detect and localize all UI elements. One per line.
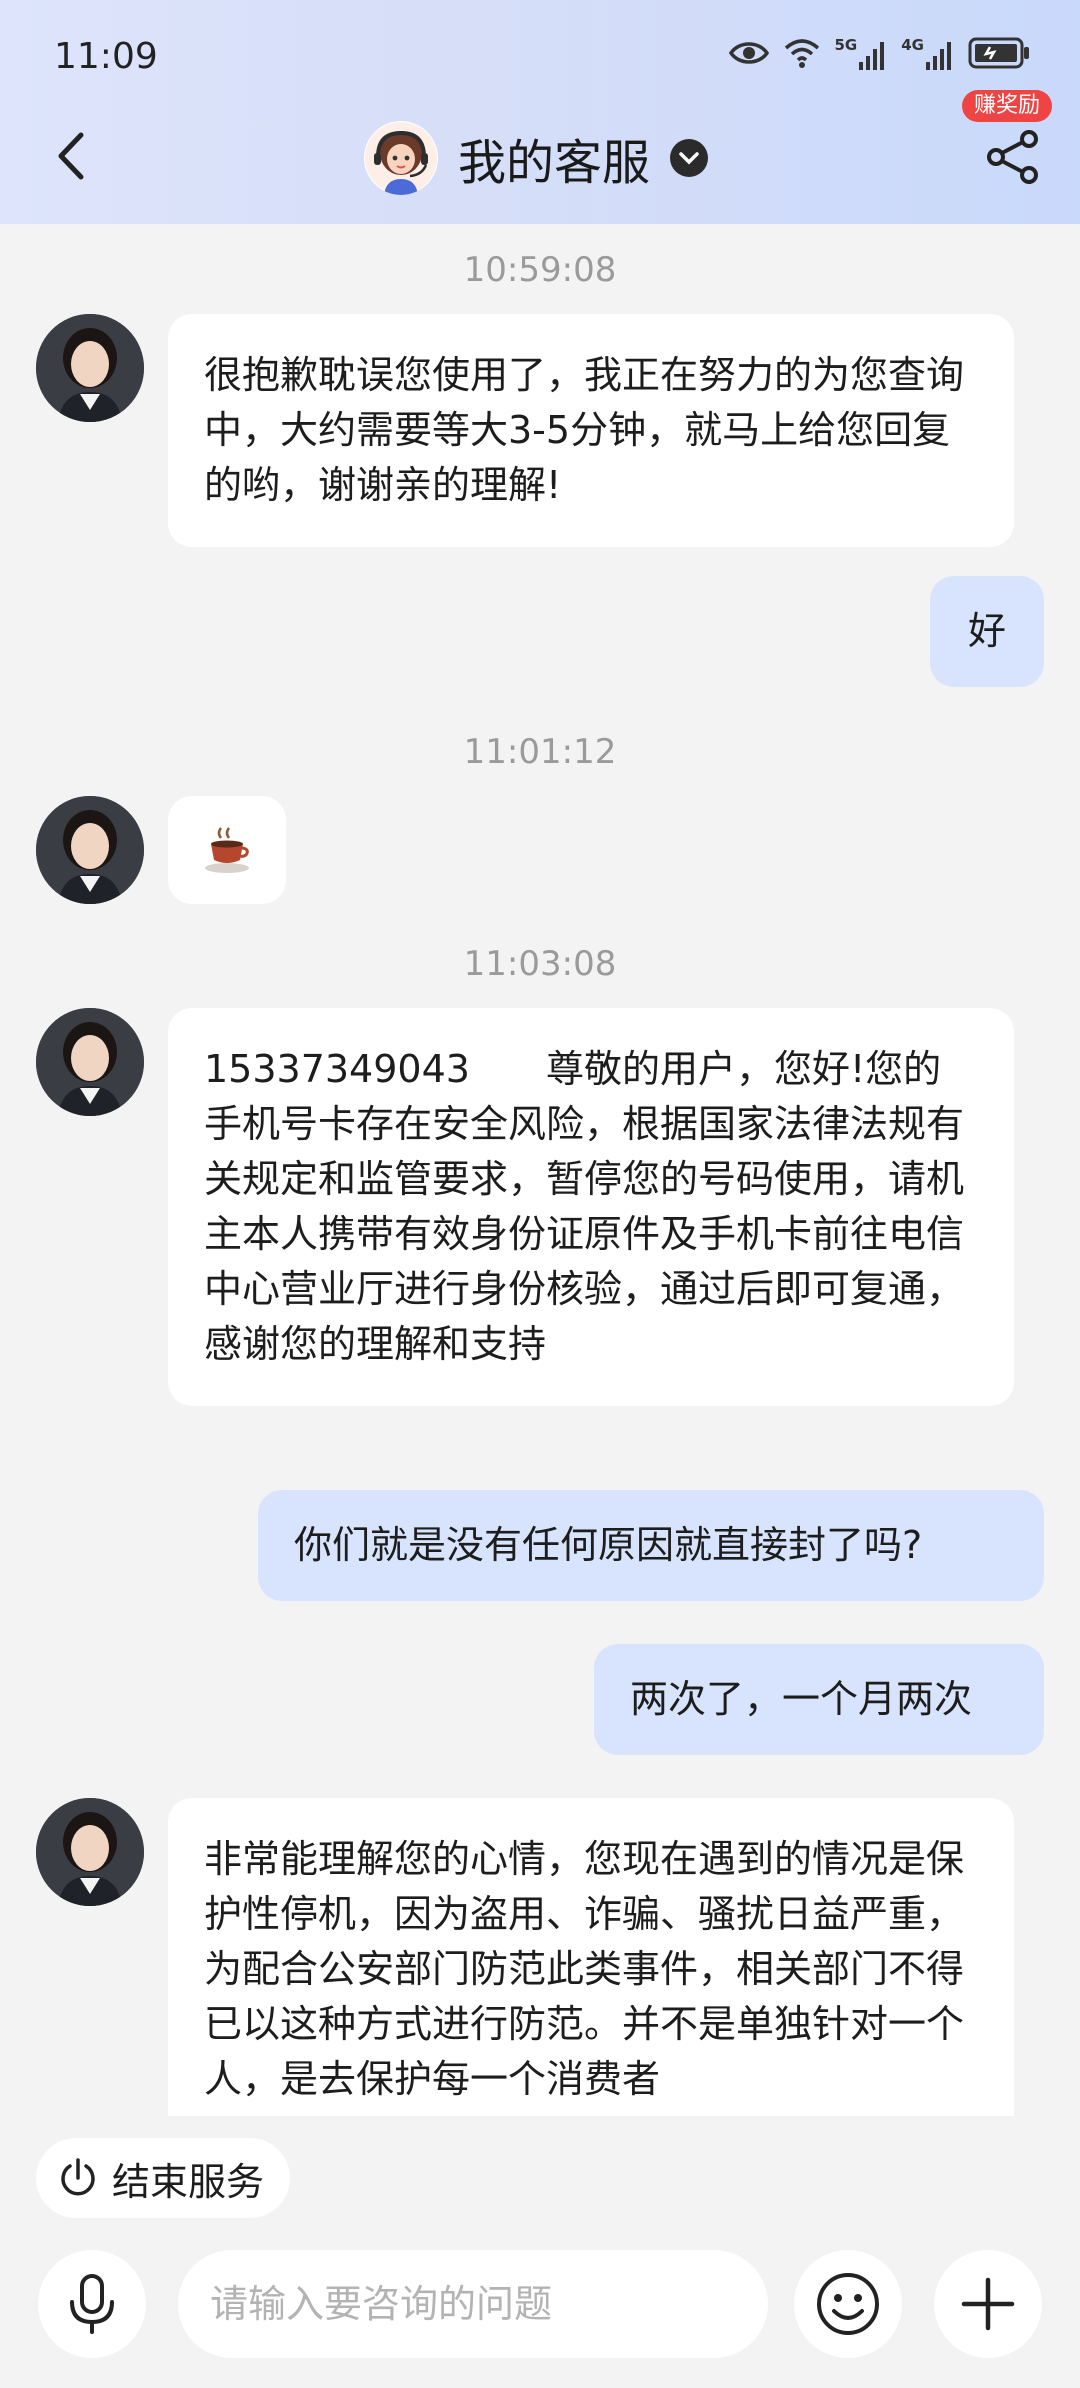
- power-icon: [61, 2158, 95, 2196]
- headset-agent-icon: [365, 122, 437, 195]
- input-bar: [0, 2236, 1080, 2388]
- agent-message: 很抱歉耽误您使用了，我正在努力的为您查询中，大约需要等大3-5分钟，就马上给您回…: [168, 314, 1014, 547]
- chevron-left-icon: [58, 132, 84, 180]
- agent-photo-icon: [36, 314, 144, 422]
- page-title: 我的客服: [458, 135, 651, 191]
- agent-emoji-message: [168, 796, 286, 904]
- chat-area[interactable]: 10:59:08 很抱歉耽误您使用了，我正在努力的为您查询中，大约需要等大3-5…: [0, 224, 1080, 2116]
- share-icon: [987, 130, 1038, 184]
- agent-photo-icon: [36, 796, 144, 904]
- top-header: 11:09 5G 4G 我的客服 赚奖励: [0, 0, 1080, 224]
- user-message: 你们就是没有任何原因就直接封了吗?: [258, 1490, 1044, 1601]
- emoji-button[interactable]: [794, 2250, 902, 2358]
- back-button[interactable]: [40, 120, 100, 192]
- message-input[interactable]: [178, 2250, 768, 2358]
- user-message: 两次了，一个月两次: [594, 1644, 1044, 1755]
- signal-4g: 4G: [901, 36, 954, 70]
- plus-icon: [961, 2277, 1015, 2331]
- agent-photo-icon: [36, 1008, 144, 1116]
- signal-bars-icon: [926, 42, 951, 70]
- signal-5g: 5G: [835, 36, 888, 70]
- share-button[interactable]: [984, 128, 1042, 186]
- status-icons: 5G 4G: [728, 36, 1031, 70]
- coffee-cup-icon: [205, 827, 249, 873]
- agent-avatar[interactable]: [36, 1798, 144, 1906]
- reward-badge[interactable]: 赚奖励: [961, 90, 1052, 122]
- agent-avatar[interactable]: [36, 796, 144, 904]
- wifi-icon: [784, 39, 819, 68]
- end-service-label: 结束服务: [112, 2159, 265, 2204]
- signal-bars-icon: [859, 42, 885, 70]
- service-avatar: [364, 121, 438, 195]
- agent-avatar[interactable]: [36, 1008, 144, 1116]
- message-timestamp: 10:59:08: [463, 250, 617, 290]
- message-timestamp: 11:03:08: [463, 944, 617, 984]
- agent-photo-icon: [36, 1798, 144, 1906]
- voice-input-button[interactable]: [38, 2250, 146, 2358]
- microphone-icon: [70, 2274, 114, 2334]
- user-message: 好: [930, 576, 1044, 687]
- more-options-button[interactable]: [934, 2250, 1042, 2358]
- signal-4g-label: 4G: [901, 36, 924, 54]
- battery-icon: [968, 37, 1029, 69]
- agent-message: 非常能理解您的心情，您现在遇到的情况是保护性停机，因为盗用、诈骗、骚扰日益严重，…: [168, 1798, 1014, 2116]
- smiley-icon: [817, 2273, 879, 2335]
- status-time: 11:09: [54, 36, 158, 77]
- chat-title[interactable]: 我的客服: [364, 120, 709, 196]
- agent-message: 15337349043 尊敬的用户，您好!您的手机号卡存在安全风险，根据国家法律…: [168, 1008, 1014, 1406]
- chevron-down-icon: [670, 139, 709, 177]
- end-service-button[interactable]: 结束服务: [36, 2138, 291, 2218]
- message-timestamp: 11:01:12: [463, 732, 617, 772]
- signal-5g-label: 5G: [834, 36, 858, 54]
- eye-icon: [728, 42, 769, 64]
- agent-avatar[interactable]: [36, 314, 144, 422]
